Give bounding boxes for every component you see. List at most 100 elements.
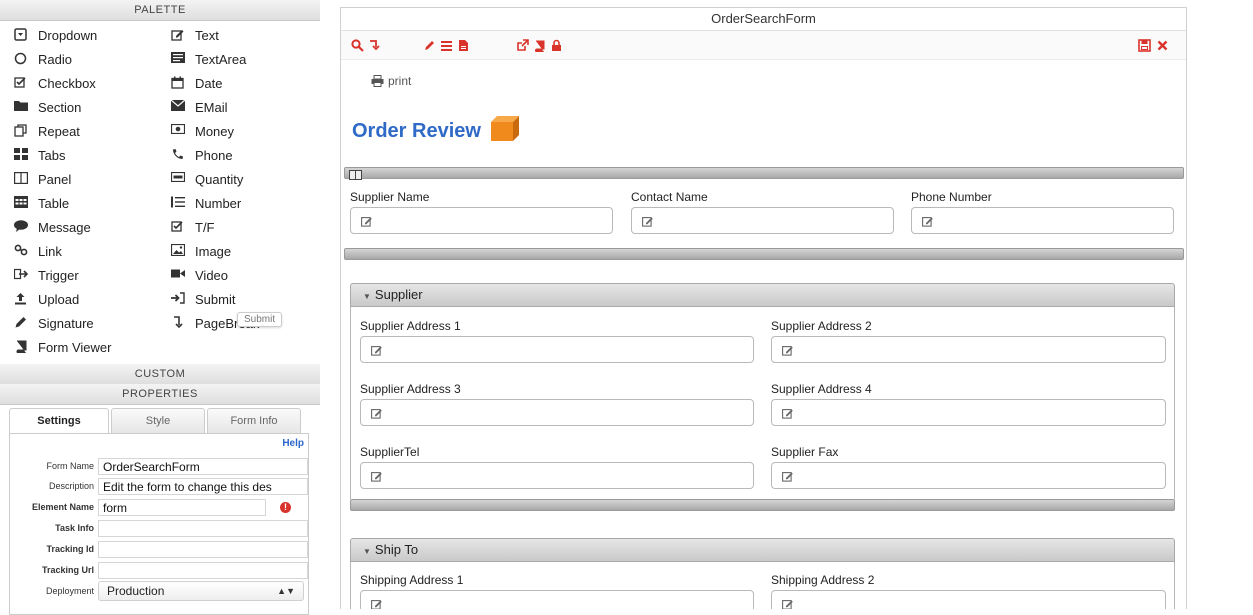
edit-icon — [361, 215, 373, 227]
panel-columns-icon[interactable] — [349, 168, 362, 180]
external-link-icon[interactable] — [516, 39, 529, 52]
supplier-tel-input[interactable] — [360, 462, 754, 489]
description-input[interactable]: Edit the form to change this des — [98, 477, 308, 495]
textarea-icon — [171, 52, 185, 66]
palette-item-radio[interactable]: Radio — [14, 47, 171, 71]
supplier-fax-input[interactable] — [771, 462, 1166, 489]
palette-item-quantity[interactable]: Quantity — [171, 167, 331, 191]
lock-icon[interactable] — [550, 39, 563, 52]
palette-item-phone[interactable]: Phone — [171, 143, 331, 167]
supplier-address-3-input[interactable] — [360, 399, 754, 426]
palette-item-trigger[interactable]: Trigger — [14, 263, 171, 287]
supplier-address-4-label: Supplier Address 4 — [771, 382, 872, 396]
supplier-section-header[interactable]: ▼ Supplier — [350, 283, 1175, 307]
envelope-icon — [171, 100, 185, 114]
properties-body: Help Form Name OrderSearchForm Descripti… — [9, 433, 309, 615]
properties-tabs: Settings Style Form Info — [9, 408, 309, 434]
text-edit-icon — [171, 28, 185, 42]
palette-item-label: Number — [195, 195, 242, 211]
tab-settings[interactable]: Settings — [9, 408, 109, 434]
contact-name-input[interactable] — [631, 207, 894, 234]
palette-item-textarea[interactable]: TextArea — [171, 47, 331, 71]
palette-item-message[interactable]: Message — [14, 215, 171, 239]
form-name-input[interactable]: OrderSearchForm — [98, 457, 308, 475]
page-break-icon[interactable] — [367, 39, 380, 52]
palette-item-checkbox[interactable]: Checkbox — [14, 71, 171, 95]
help-link[interactable]: Help — [282, 438, 304, 449]
error-icon[interactable]: ! — [280, 501, 291, 513]
palette-item-upload[interactable]: Upload — [14, 287, 171, 311]
deployment-value: Production — [107, 584, 165, 598]
palette-item-email[interactable]: EMail — [171, 95, 331, 119]
deployment-select[interactable]: Production ▲▼ — [98, 581, 304, 601]
palette-item-money[interactable]: Money — [171, 119, 331, 143]
tracking-url-input[interactable] — [98, 561, 308, 579]
pencil-icon — [14, 316, 28, 330]
supplier-address-2-input[interactable] — [771, 336, 1166, 363]
tab-form-info[interactable]: Form Info — [207, 408, 301, 433]
palette-item-form-viewer[interactable]: Form Viewer — [14, 335, 171, 359]
palette-item-label: TextArea — [195, 51, 247, 67]
close-icon[interactable] — [1156, 39, 1169, 52]
tracking-id-input[interactable] — [98, 540, 308, 558]
supplier-name-label: Supplier Name — [350, 190, 430, 204]
search-icon[interactable] — [351, 39, 364, 52]
palette-item-table[interactable]: Table — [14, 191, 171, 215]
supplier-name-input[interactable] — [350, 207, 613, 234]
contact-name-label: Contact Name — [631, 190, 708, 204]
link-icon — [14, 244, 28, 258]
order-review-heading: Order Review — [352, 114, 522, 148]
palette-item-video[interactable]: Video — [171, 263, 331, 287]
phone-number-label: Phone Number — [911, 190, 992, 204]
palette-item-number[interactable]: Number — [171, 191, 331, 215]
select-arrows-icon: ▲▼ — [277, 586, 295, 596]
folder-icon — [14, 100, 28, 114]
edit-icon — [782, 407, 794, 419]
shipping-address-1-input[interactable] — [360, 590, 754, 609]
properties-header: PROPERTIES — [0, 384, 320, 405]
edit-icon — [782, 344, 794, 356]
palette-item-signature[interactable]: Signature — [14, 311, 171, 335]
panel-bottom-bar — [344, 248, 1184, 260]
print-button[interactable]: print — [371, 74, 411, 88]
edit-icon — [782, 470, 794, 482]
palette-item-image[interactable]: Image — [171, 239, 331, 263]
palette-item-label: Quantity — [195, 171, 244, 187]
custom-header[interactable]: CUSTOM — [0, 364, 320, 385]
palette-item-label: Section — [38, 99, 82, 115]
book-icon[interactable] — [533, 39, 546, 52]
element-name-input[interactable]: form — [98, 498, 266, 516]
file-icon[interactable] — [457, 39, 470, 52]
palette-item-section[interactable]: Section — [14, 95, 171, 119]
tab-style[interactable]: Style — [111, 408, 205, 433]
palette-item-label: Trigger — [38, 267, 79, 283]
task-info-input[interactable] — [98, 519, 308, 537]
save-icon[interactable] — [1138, 39, 1151, 52]
palette-item-t-f[interactable]: T/F — [171, 215, 331, 239]
palette-item-tabs[interactable]: Tabs — [14, 143, 171, 167]
sign-in-icon — [171, 292, 185, 306]
shipping-address-2-label: Shipping Address 2 — [771, 573, 875, 587]
description-row: Description Edit the form to change this… — [10, 476, 310, 496]
palette-item-panel[interactable]: Panel — [14, 167, 171, 191]
list-icon[interactable] — [440, 39, 453, 52]
palette-item-link[interactable]: Link — [14, 239, 171, 263]
supplier-address-4-input[interactable] — [771, 399, 1166, 426]
palette-item-submit[interactable]: Submit — [171, 287, 331, 311]
phone-number-input[interactable] — [911, 207, 1174, 234]
dropdown-icon — [14, 28, 28, 42]
pencil-icon[interactable] — [423, 39, 436, 52]
supplier-tel-label: SupplierTel — [360, 445, 420, 459]
tracking-url-label: Tracking Url — [41, 565, 94, 575]
palette-item-label: Link — [38, 243, 62, 259]
palette-item-repeat[interactable]: Repeat — [14, 119, 171, 143]
shipto-section-header[interactable]: ▼ Ship To — [350, 538, 1175, 562]
palette-item-dropdown[interactable]: Dropdown — [14, 23, 171, 47]
shipping-address-2-input[interactable] — [771, 590, 1166, 609]
palette-item-text[interactable]: Text — [171, 23, 331, 47]
page-break-icon — [171, 316, 185, 330]
cube-logo-icon — [488, 114, 522, 148]
supplier-address-1-input[interactable] — [360, 336, 754, 363]
palette-item-date[interactable]: Date — [171, 71, 331, 95]
print-label: print — [388, 74, 412, 88]
